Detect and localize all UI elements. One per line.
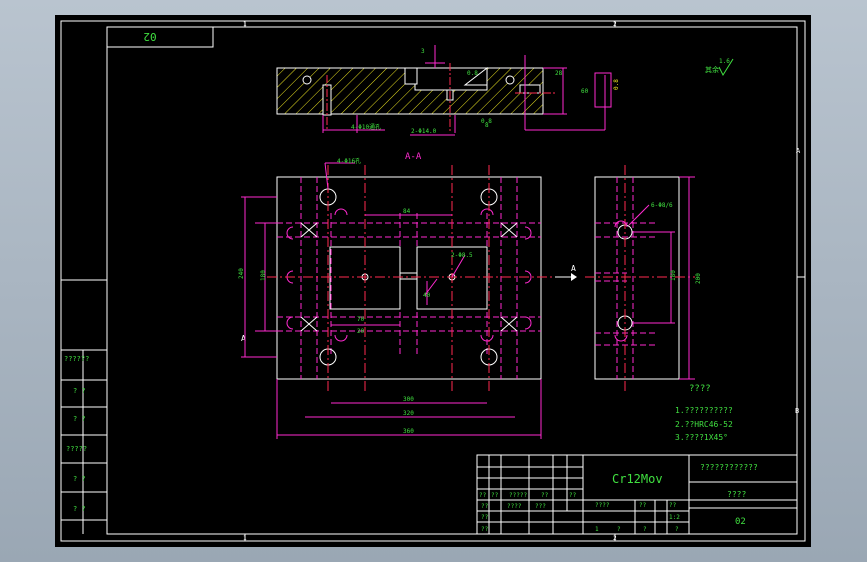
main-h-inner: 180 <box>260 270 267 281</box>
drawing-canvas: 1 2 1 2 A B 02 ?????? ? ? ? ? ????? ? ? … <box>60 20 806 542</box>
note-3: 3.????1X45° <box>675 433 728 442</box>
tb-r1-1: ?? <box>491 492 499 499</box>
svg-text:其余: 其余 <box>705 65 719 74</box>
top-depth-1: 8 <box>485 122 489 129</box>
ruler-bottom-2: 2 <box>613 535 617 542</box>
section-label: A-A <box>405 152 422 162</box>
top-side: 28 <box>555 70 563 77</box>
left-strip-1: ? ? <box>73 387 86 395</box>
tb-right-0: ???? <box>595 502 610 509</box>
note-1: 1.?????????? <box>675 406 733 415</box>
top-pin-label: 2-Φ14.0 <box>411 128 437 135</box>
top-angle: 0.8 <box>467 70 478 77</box>
tb-r2-1: ???? <box>507 503 522 510</box>
top-holes-label: 4-Φ10通孔 <box>351 123 381 131</box>
side-view[interactable]: 6-Φ8/6 200 180 <box>585 165 702 393</box>
company: ???????????? <box>700 463 758 472</box>
tb-bottom-2: ? <box>643 526 647 533</box>
main-mid-small: 70 <box>357 316 365 323</box>
side-height-a: 200 <box>695 273 702 284</box>
code-box-text: 02 <box>143 30 156 43</box>
tb-r3-0: ?? <box>481 514 489 521</box>
tb-r1-4: ?? <box>569 492 577 499</box>
tb-bottom-3: ? <box>675 526 679 533</box>
top-height: 60 <box>581 88 589 95</box>
cad-viewport[interactable]: 1 2 1 2 A B 02 ?????? ? ? ? ? ????? ? ? … <box>55 15 811 547</box>
tb-right-1: ?? <box>639 502 647 509</box>
top-section-view[interactable]: 0.8 4-Φ10通孔 2-Φ14.0 3 0.8 0.8 28 60 8 <box>276 45 620 136</box>
main-pin-dim: 2-Φ8.5 <box>451 252 473 259</box>
tb-r1-2: ????? <box>509 492 527 499</box>
code-box <box>106 26 214 48</box>
ruler-bottom-1: 1 <box>243 535 247 542</box>
main-holes-top: 4-Φ16孔 <box>337 157 361 165</box>
tol-frame-text: 0.8 <box>613 79 620 90</box>
tb-r2-2: ??? <box>535 503 546 510</box>
tb-scale: 1:2 <box>669 514 680 521</box>
tb-r3-1: ?? <box>481 526 489 533</box>
main-w-mid: 300 <box>403 396 414 403</box>
ruler-top-2: 2 <box>613 21 617 28</box>
main-w-inner: 84 <box>403 208 411 215</box>
drawing-no: 02 <box>735 517 746 527</box>
side-height-b: 180 <box>670 270 677 281</box>
side-holes: 6-Φ8/6 <box>651 202 673 209</box>
main-plan-view[interactable]: A A 4-Φ16孔 2-Φ8.5 84 300 320 360 240 180… <box>238 157 577 439</box>
main-h-total: 240 <box>238 268 245 279</box>
notes-heading: ???? <box>689 384 711 394</box>
top-depth: 3 <box>421 48 425 55</box>
main-v-small: 40 <box>423 292 431 299</box>
main-left-small: 20 <box>357 328 365 335</box>
left-strip-3: ????? <box>66 445 87 453</box>
tb-r1-3: ?? <box>541 492 549 499</box>
section-mark-right: A <box>571 264 576 273</box>
left-strip-4: ? ? <box>73 475 86 483</box>
ruler-top-1: 1 <box>243 21 247 28</box>
left-strip-2: ? ? <box>73 415 86 423</box>
material: Cr12Mov <box>612 472 663 486</box>
tb-right-2: ?? <box>669 502 677 509</box>
svg-text:1.6: 1.6 <box>719 58 730 65</box>
zone-letter-b: B <box>795 407 799 415</box>
tb-bottom-1: ? <box>617 526 621 533</box>
tech-notes: ???? 1.?????????? 2.??HRC46-52 3.????1X4… <box>675 384 733 442</box>
tb-r2-0: ?? <box>481 503 489 510</box>
main-w-total: 360 <box>403 428 414 435</box>
zone-letter-a: A <box>796 147 801 155</box>
tb-r1-0: ?? <box>479 492 487 499</box>
part-name: ???? <box>727 490 746 499</box>
tb-bottom-0: 1 <box>595 526 599 533</box>
left-strip-5: ? ? <box>73 505 86 513</box>
left-strip-0: ?????? <box>64 355 89 363</box>
roughness-symbol: 其余 1.6 <box>705 58 734 77</box>
main-w-outer: 320 <box>403 410 414 417</box>
note-2: 2.??HRC46-52 <box>675 420 733 429</box>
